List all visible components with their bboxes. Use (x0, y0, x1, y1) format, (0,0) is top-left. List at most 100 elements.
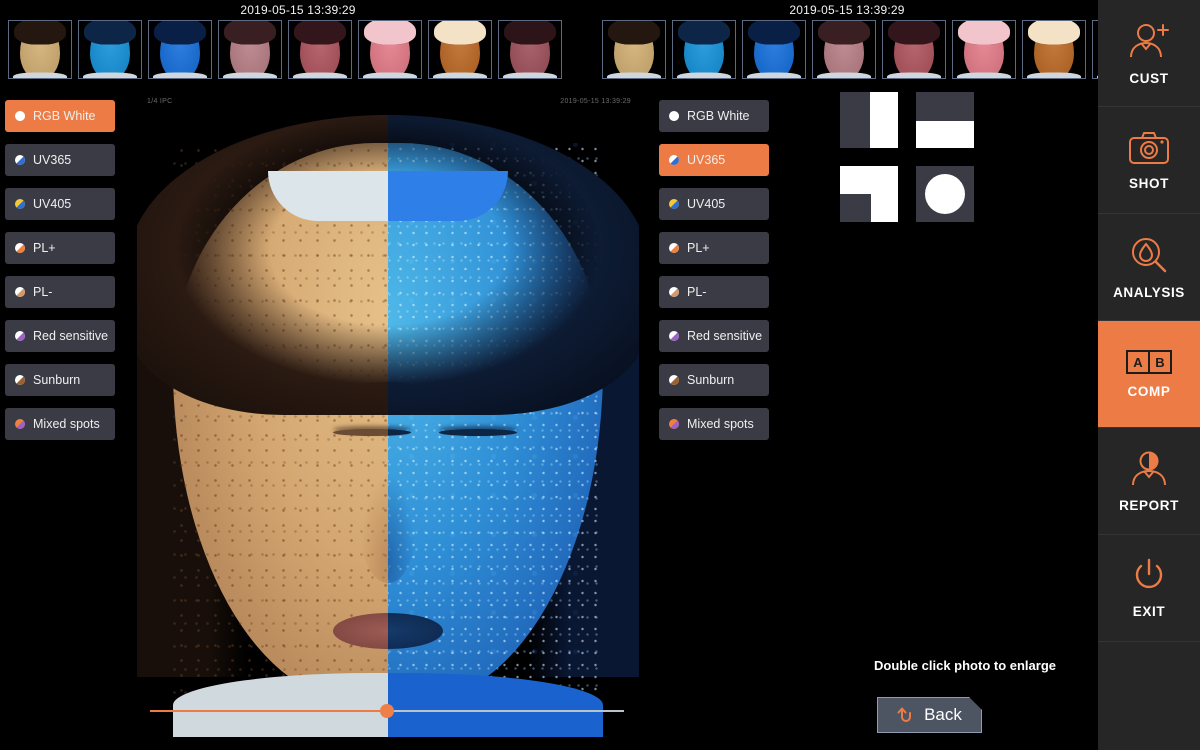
left-strip-timestamp: 2019-05-15 13:39:29 (240, 3, 356, 17)
mode-item-label: UV365 (687, 153, 726, 167)
nav-item-cust[interactable]: CUST (1098, 0, 1200, 107)
nav-item-label: CUST (1129, 70, 1169, 86)
thumbnail-hair (154, 21, 206, 44)
thumbnail-rgb-white[interactable] (8, 20, 72, 79)
nav-item-label: ANALYSIS (1113, 284, 1185, 300)
thumbnail-sunburn[interactable] (428, 20, 492, 79)
mode-item-uv365[interactable]: UV365 (659, 144, 769, 176)
mode-item-label: Mixed spots (33, 417, 100, 431)
mode-item-red-sensitive[interactable]: Red sensitive (659, 320, 769, 352)
mode-item-sunburn[interactable]: Sunburn (5, 364, 115, 396)
thumbnail-hair (608, 21, 660, 44)
photo-overlay-right: 2019-05-15 13:39:29 (560, 98, 631, 105)
circle-overlay-icon[interactable] (916, 166, 974, 222)
back-arrow-icon (897, 706, 917, 724)
mode-color-dot-icon (669, 111, 679, 121)
thumbnail-face (223, 21, 277, 78)
mode-color-dot-icon (15, 111, 25, 121)
mode-color-dot-icon (669, 199, 679, 209)
mode-item-pl-[interactable]: PL+ (659, 232, 769, 264)
thumbnail-face (817, 21, 871, 78)
mode-item-rgb-white[interactable]: RGB White (5, 100, 115, 132)
photo-half-left: 1/4 IPC (137, 85, 388, 737)
mode-item-mixed-spots[interactable]: Mixed spots (659, 408, 769, 440)
mode-item-pl-[interactable]: PL- (5, 276, 115, 308)
thumbnail-hair (888, 21, 940, 44)
mode-item-red-sensitive[interactable]: Red sensitive (5, 320, 115, 352)
mode-item-label: UV365 (33, 153, 72, 167)
thumbnail-mixed-spots[interactable] (498, 20, 562, 79)
thumbnail-face (293, 21, 347, 78)
split-position-slider[interactable] (150, 704, 624, 718)
nav-item-comp[interactable]: A B COMP (1098, 321, 1200, 428)
mode-item-label: Mixed spots (687, 417, 754, 431)
mode-color-dot-icon (15, 243, 25, 253)
mode-item-label: UV405 (687, 197, 726, 211)
mode-color-dot-icon (15, 287, 25, 297)
nav-item-shot[interactable]: SHOT (1098, 107, 1200, 214)
droplet-magnifier-icon (1129, 235, 1169, 275)
mode-item-label: Sunburn (33, 373, 81, 387)
left-thumbnail-row (0, 20, 562, 79)
mode-item-label: Sunburn (687, 373, 735, 387)
thumbnail-face (433, 21, 487, 78)
thumbnail-face (503, 21, 557, 78)
thumbnail-pl-[interactable] (812, 20, 876, 79)
mode-color-dot-icon (15, 199, 25, 209)
left-thumbnail-strip: 2019-05-15 13:39:29 (0, 0, 596, 85)
mode-color-dot-icon (15, 331, 25, 341)
split-corner-icon[interactable] (840, 166, 898, 222)
nav-item-label: SHOT (1129, 175, 1169, 191)
right-nav: CUST SHOT ANALYSIS A B COMP REPORT EXIT (1098, 0, 1200, 750)
mode-color-dot-icon (669, 419, 679, 429)
nav-item-report[interactable]: REPORT (1098, 428, 1200, 535)
thumbnail-pl-[interactable] (288, 20, 352, 79)
comparison-photo[interactable]: 1/4 IPC 2019-05-15 13:39:29 (137, 85, 639, 737)
right-mode-list: RGB White UV365 UV405 PL+ PL- Red sensitive Su… (659, 100, 769, 452)
thumbnail-hair (434, 21, 486, 44)
nav-item-label: REPORT (1119, 497, 1179, 513)
mode-item-mixed-spots[interactable]: Mixed spots (5, 408, 115, 440)
nav-item-exit[interactable]: EXIT (1098, 535, 1200, 642)
thumbnail-uv365[interactable] (672, 20, 736, 79)
svg-text:A: A (1133, 355, 1143, 370)
mode-item-sunburn[interactable]: Sunburn (659, 364, 769, 396)
thumbnail-uv405[interactable] (148, 20, 212, 79)
thumbnail-red-sensitive[interactable] (952, 20, 1016, 79)
thumbnail-face (957, 21, 1011, 78)
thumbnail-hair (678, 21, 730, 44)
photo-half-right: 2019-05-15 13:39:29 (388, 85, 639, 737)
nav-item-label: EXIT (1132, 603, 1166, 619)
thumbnail-face (677, 21, 731, 78)
thumbnail-face (607, 21, 661, 78)
mode-item-rgb-white[interactable]: RGB White (659, 100, 769, 132)
thumbnail-pl-[interactable] (218, 20, 282, 79)
split-vertical-icon[interactable] (840, 92, 898, 148)
thumbnail-red-sensitive[interactable] (358, 20, 422, 79)
mode-item-uv365[interactable]: UV365 (5, 144, 115, 176)
layout-mode-buttons (840, 92, 990, 240)
back-button[interactable]: Back (877, 697, 982, 733)
mode-item-uv405[interactable]: UV405 (5, 188, 115, 220)
mode-item-label: Red sensitive (33, 329, 109, 343)
svg-text:B: B (1155, 355, 1164, 370)
thumbnail-face (13, 21, 67, 78)
thumbnail-uv365[interactable] (78, 20, 142, 79)
mode-item-label: RGB White (687, 109, 750, 123)
thumbnail-sunburn[interactable] (1022, 20, 1086, 79)
mode-item-uv405[interactable]: UV405 (659, 188, 769, 220)
thumbnail-uv405[interactable] (742, 20, 806, 79)
half-face-person-icon (1127, 450, 1171, 488)
thumbnail-pl-[interactable] (882, 20, 946, 79)
slider-handle[interactable] (380, 704, 394, 718)
thumbnail-hair (504, 21, 556, 44)
thumbnail-face (747, 21, 801, 78)
thumbnail-rgb-white[interactable] (602, 20, 666, 79)
nav-item-analysis[interactable]: ANALYSIS (1098, 214, 1200, 321)
mode-item-label: PL+ (687, 241, 710, 255)
mode-item-pl-[interactable]: PL- (659, 276, 769, 308)
thumbnail-hair (14, 21, 66, 44)
mode-item-pl-[interactable]: PL+ (5, 232, 115, 264)
split-horizontal-icon[interactable] (916, 92, 974, 148)
mode-color-dot-icon (669, 375, 679, 385)
